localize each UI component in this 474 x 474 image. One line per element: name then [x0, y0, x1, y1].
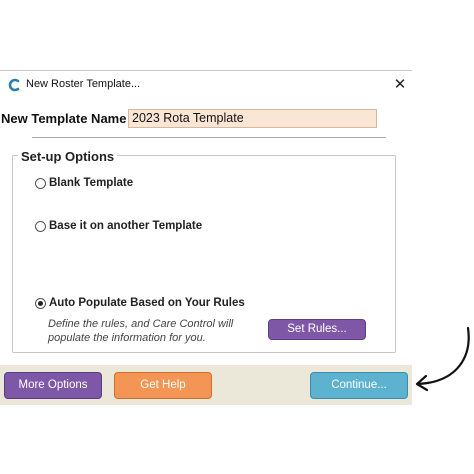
dialog-footer: More Options Get Help Continue... — [0, 365, 412, 405]
close-button[interactable]: ✕ — [390, 75, 410, 95]
window-title: New Roster Template... — [26, 78, 141, 90]
get-help-button[interactable]: Get Help — [114, 372, 212, 399]
set-rules-button[interactable]: Set Rules... — [268, 319, 366, 340]
radio-button-selected[interactable] — [35, 297, 46, 309]
auto-populate-description: Define the rules, and Care Control will … — [48, 318, 234, 344]
close-icon: ✕ — [393, 76, 407, 93]
radio-button[interactable] — [35, 177, 46, 189]
new-roster-template-dialog: New Roster Template... ✕ New Template Na… — [0, 70, 412, 405]
separator — [32, 137, 386, 138]
title-bar: New Roster Template... ✕ — [0, 71, 412, 99]
option-auto-populate[interactable]: Auto Populate Based on Your Rules — [35, 297, 245, 309]
option-base-on-template[interactable]: Base it on another Template — [35, 220, 202, 232]
option-label: Auto Populate Based on Your Rules — [49, 297, 245, 309]
option-label: Blank Template — [49, 177, 134, 189]
continue-button[interactable]: Continue... — [310, 372, 408, 399]
template-name-label: New Template Name — [1, 111, 127, 126]
more-options-button[interactable]: More Options — [4, 372, 102, 399]
radio-button[interactable] — [35, 220, 46, 232]
setup-options-legend: Set-up Options — [18, 149, 118, 164]
care-control-logo-icon — [8, 78, 20, 92]
option-blank-template[interactable]: Blank Template — [35, 177, 133, 189]
template-name-input[interactable]: 2023 Rota Template — [128, 109, 377, 128]
curved-arrow-icon — [415, 326, 470, 392]
option-label: Base it on another Template — [49, 220, 203, 232]
